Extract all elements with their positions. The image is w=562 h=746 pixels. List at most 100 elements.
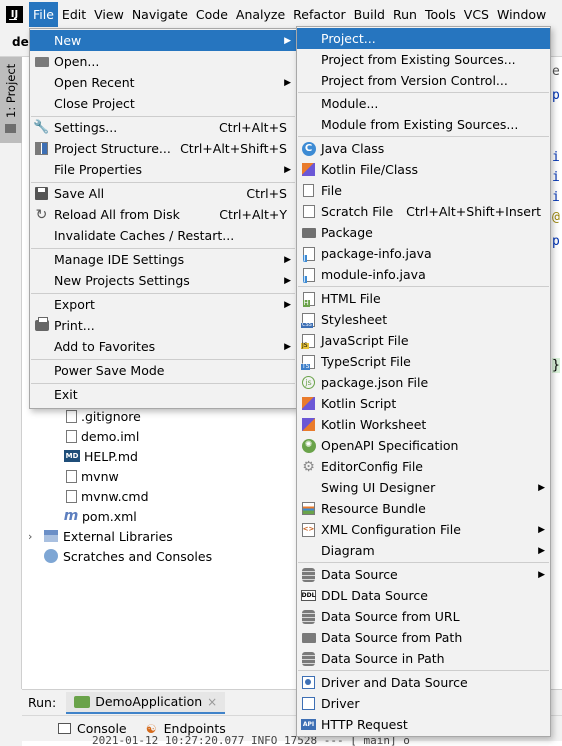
menu-edit[interactable]: Edit <box>58 2 90 27</box>
gear-icon: ⚙ <box>302 458 315 475</box>
menu-item-module-from-existing-sources[interactable]: Module from Existing Sources... <box>297 114 550 135</box>
menu-run[interactable]: Run <box>389 2 421 27</box>
menu-vcs[interactable]: VCS <box>460 2 493 27</box>
menu-item-stylesheet[interactable]: Stylesheet <box>297 309 550 330</box>
menu-code[interactable]: Code <box>192 2 232 27</box>
menu-analyze[interactable]: Analyze <box>232 2 289 27</box>
html-file-icon <box>301 291 316 307</box>
menu-item-diagram[interactable]: Diagram ▶ <box>297 540 550 561</box>
menu-item-invalidate-caches[interactable]: Invalidate Caches / Restart... <box>30 225 296 246</box>
intellij-logo-icon: IJ <box>6 6 23 23</box>
close-icon[interactable]: × <box>207 695 217 709</box>
menu-item-reload-all[interactable]: ↻ Reload All from Disk Ctrl+Alt+Y <box>30 204 296 225</box>
nodejs-icon: js <box>301 375 316 390</box>
console-output[interactable]: 2021-01-12 10:27:20.077 INFO 17528 --- [… <box>22 735 562 746</box>
menu-item-new[interactable]: New ▶ <box>30 30 296 51</box>
run-config-tab[interactable]: DemoApplication × <box>66 691 226 714</box>
endpoints-icon: ☯ <box>145 721 157 736</box>
tree-item[interactable]: mvnw <box>66 466 119 486</box>
driver-icon <box>301 696 316 711</box>
tree-item-external-libraries[interactable]: › External Libraries <box>28 526 173 546</box>
menu-item-kotlin-script[interactable]: Kotlin Script <box>297 393 550 414</box>
menu-build[interactable]: Build <box>350 2 389 27</box>
menu-item-http-request[interactable]: API HTTP Request <box>297 714 550 735</box>
submenu-arrow-icon: ▶ <box>538 569 545 580</box>
folder-open-icon <box>34 54 49 69</box>
menu-item-manage-ide-settings[interactable]: Manage IDE Settings ▶ <box>30 249 296 270</box>
menu-item-module-info[interactable]: module-info.java <box>297 264 550 285</box>
menu-item-project-structure[interactable]: Project Structure... Ctrl+Alt+Shift+S <box>30 138 296 159</box>
menu-item-new-project[interactable]: Project... <box>297 28 550 49</box>
menu-item-export[interactable]: Export ▶ <box>30 294 296 315</box>
package-icon <box>301 225 316 240</box>
menu-item-settings[interactable]: 🔧 Settings... Ctrl+Alt+S <box>30 117 296 138</box>
database-icon <box>301 567 316 582</box>
menu-item-html-file[interactable]: HTML File <box>297 288 550 309</box>
tree-item[interactable]: mvnw.cmd <box>66 486 149 506</box>
menu-item-save-all[interactable]: Save All Ctrl+S <box>30 183 296 204</box>
file-icon <box>66 489 77 503</box>
main-menu-bar: IJ File Edit View Navigate Code Analyze … <box>0 0 562 29</box>
menu-item-data-source-path[interactable]: Data Source from Path <box>297 627 550 648</box>
menu-item-data-source-url[interactable]: Data Source from URL <box>297 606 550 627</box>
menu-item-open-recent[interactable]: Open Recent ▶ <box>30 72 296 93</box>
menu-window[interactable]: Window <box>493 2 550 27</box>
menu-item-kotlin-file[interactable]: Kotlin File/Class <box>297 159 550 180</box>
tab-console[interactable]: Console <box>58 721 127 736</box>
file-icon <box>66 409 77 423</box>
menu-item-driver[interactable]: Driver <box>297 693 550 714</box>
menu-refactor[interactable]: Refactor <box>289 2 349 27</box>
menu-item-editorconfig[interactable]: ⚙ EditorConfig File <box>297 456 550 477</box>
kotlin-worksheet-icon <box>301 417 316 432</box>
markdown-icon: MD <box>64 450 80 462</box>
wrench-icon: 🔧 <box>33 120 50 135</box>
tab-endpoints[interactable]: ☯ Endpoints <box>145 721 226 736</box>
menu-item-swing-ui-designer[interactable]: Swing UI Designer ▶ <box>297 477 550 498</box>
menu-tools[interactable]: Tools <box>421 2 460 27</box>
menu-item-data-source-in-path[interactable]: Data Source in Path <box>297 648 550 669</box>
menu-item-print[interactable]: Print... <box>30 315 296 336</box>
menu-item-project-from-vcs[interactable]: Project from Version Control... <box>297 70 550 91</box>
menu-item-package-json[interactable]: js package.json File <box>297 372 550 393</box>
menu-navigate[interactable]: Navigate <box>128 2 192 27</box>
menu-item-close-project[interactable]: Close Project <box>30 93 296 114</box>
menu-item-add-to-favorites[interactable]: Add to Favorites ▶ <box>30 336 296 357</box>
api-icon: API <box>301 717 316 732</box>
tree-item[interactable]: .gitignore <box>66 406 141 426</box>
menu-item-project-from-existing-sources[interactable]: Project from Existing Sources... <box>297 49 550 70</box>
menu-item-file[interactable]: File <box>297 180 550 201</box>
tree-item[interactable]: MD HELP.md <box>64 446 138 466</box>
menu-item-package[interactable]: Package <box>297 222 550 243</box>
folder-icon <box>301 630 316 645</box>
menu-item-driver-and-data-source[interactable]: Driver and Data Source <box>297 672 550 693</box>
menu-file[interactable]: File <box>29 2 58 27</box>
menu-item-file-properties[interactable]: File Properties ▶ <box>30 159 296 180</box>
menu-item-typescript-file[interactable]: TypeScript File <box>297 351 550 372</box>
tree-item[interactable]: demo.iml <box>66 426 139 446</box>
menu-separator <box>298 670 549 671</box>
menu-item-module[interactable]: Module... <box>297 93 550 114</box>
menu-item-ddl-data-source[interactable]: DDL DDL Data Source <box>297 585 550 606</box>
menu-item-javascript-file[interactable]: JavaScript File <box>297 330 550 351</box>
tree-item[interactable]: m pom.xml <box>64 506 137 526</box>
menu-item-xml-configuration[interactable]: <> XML Configuration File ▶ <box>297 519 550 540</box>
menu-item-data-source[interactable]: Data Source ▶ <box>297 564 550 585</box>
tree-item-scratches[interactable]: Scratches and Consoles <box>44 546 212 566</box>
chevron-right-icon[interactable]: › <box>28 530 40 543</box>
menu-item-exit[interactable]: Exit <box>30 384 296 405</box>
menu-separator <box>298 562 549 563</box>
file-icon <box>301 183 316 198</box>
menu-item-new-projects-settings[interactable]: New Projects Settings ▶ <box>30 270 296 291</box>
menu-item-open[interactable]: Open... <box>30 51 296 72</box>
menu-item-kotlin-worksheet[interactable]: Kotlin Worksheet <box>297 414 550 435</box>
menu-item-power-save-mode[interactable]: Power Save Mode <box>30 360 296 381</box>
css-file-icon <box>301 312 316 328</box>
menu-item-java-class[interactable]: C Java Class <box>297 138 550 159</box>
submenu-arrow-icon: ▶ <box>284 35 291 46</box>
menu-view[interactable]: View <box>90 2 128 27</box>
menu-item-openapi[interactable]: ✺ OpenAPI Specification <box>297 435 550 456</box>
menu-item-scratch-file[interactable]: Scratch File Ctrl+Alt+Shift+Insert <box>297 201 550 222</box>
file-icon <box>66 469 77 483</box>
menu-item-resource-bundle[interactable]: Resource Bundle <box>297 498 550 519</box>
menu-item-package-info[interactable]: package-info.java <box>297 243 550 264</box>
